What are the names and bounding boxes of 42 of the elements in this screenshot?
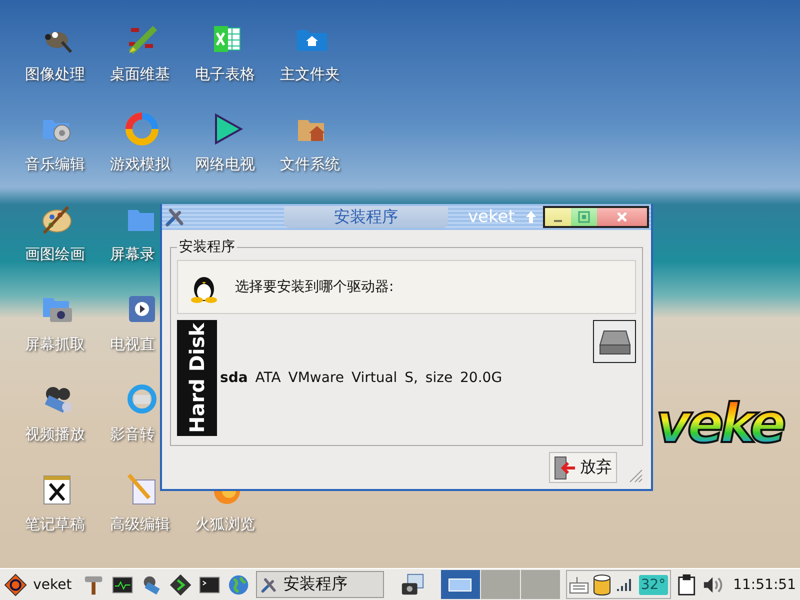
notepad-pencil-icon	[124, 472, 158, 506]
clipboard-icon[interactable]	[676, 572, 696, 596]
window-thumbnail-icon	[448, 578, 472, 592]
close-icon	[616, 211, 628, 223]
keyboard-icon[interactable]	[568, 574, 589, 594]
desktop-icon-label[interactable]: 电子表格	[195, 65, 255, 84]
desktop-icon-label[interactable]: 画图绘画	[25, 245, 85, 264]
task-button[interactable]: 安装程序	[256, 571, 384, 598]
window-title: 安装程序	[284, 206, 448, 228]
desktop-icon-label[interactable]: 游戏模拟	[110, 155, 170, 174]
tools-icon	[164, 206, 186, 228]
drive-description[interactable]: sda ATA VMware Virtual S, size 20.0G	[217, 370, 593, 386]
desktop-icon-label[interactable]: 屏幕录	[110, 245, 155, 264]
globe-icon[interactable]	[227, 572, 250, 596]
ring-icon	[124, 112, 158, 146]
minimize-icon	[554, 220, 562, 222]
desktop-icon-label[interactable]: 网络电视	[195, 155, 255, 174]
desktop-icon-label[interactable]: 主文件夹	[280, 65, 340, 84]
window-manager-label: veket	[468, 207, 516, 227]
desktop-icon-label[interactable]: 文件系统	[280, 155, 340, 174]
drive-cylinder-icon[interactable]	[592, 574, 611, 596]
maximize-icon	[578, 211, 590, 223]
desktop-icon-label[interactable]: 音乐编辑	[25, 155, 85, 174]
exit-door-icon	[554, 456, 576, 480]
start-logo-icon[interactable]	[4, 572, 28, 596]
circular-arrows-icon	[124, 382, 158, 416]
workspace-button[interactable]	[440, 570, 480, 599]
prompt-text: 选择要安装到哪个驱动器:	[235, 278, 394, 296]
screenshot-camera-icon[interactable]	[400, 572, 425, 598]
drive-type-label: Hard Disk	[177, 320, 217, 436]
minimize-button[interactable]	[545, 208, 571, 226]
resize-grip-icon[interactable]	[627, 467, 643, 483]
temperature-indicator[interactable]: 32°	[638, 574, 668, 594]
hard-disk-button[interactable]	[593, 320, 636, 363]
start-label[interactable]: veket	[33, 576, 72, 592]
group-title: 安装程序	[178, 238, 236, 256]
tools-icon	[260, 576, 278, 594]
clock[interactable]: 11:51:51	[733, 576, 796, 592]
cancel-button[interactable]: 放弃	[549, 452, 617, 483]
play-icon[interactable]	[169, 572, 192, 596]
desktop-icon-label[interactable]: 桌面维基	[110, 65, 170, 84]
desktop-icon-label[interactable]: 图像处理	[25, 65, 85, 84]
